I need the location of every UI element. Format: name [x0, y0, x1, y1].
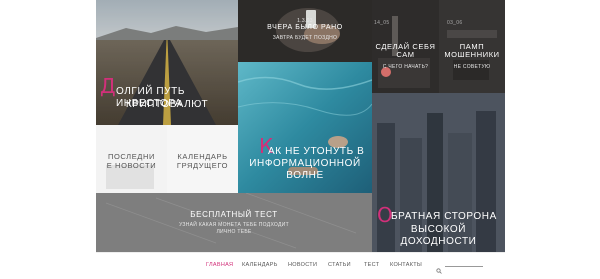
- wave-title-line3: волне: [286, 170, 324, 181]
- make-yourself-subtitle: С чего начать?: [382, 64, 429, 70]
- pump-scammers-subtitle: Не советую: [453, 64, 491, 70]
- free-test-title: Бесплатный тест: [190, 210, 278, 219]
- free-test-subtitle-line2: Личнo тебе: [216, 229, 252, 235]
- wave-title-line1: ак не утонуть в: [268, 146, 365, 157]
- calendar-label-line2: грядущего: [176, 161, 229, 170]
- nav-item-news[interactable]: Новости: [288, 262, 317, 268]
- high-yield-title-line2: высокой доходности: [400, 224, 477, 247]
- hand-phone-subtitle: Завтра будет поздно: [272, 35, 338, 41]
- tile-road-crypto[interactable]: Д олгий путь инвестора Криптовалют: [96, 0, 238, 125]
- make-yourself-title-line2: сам: [396, 50, 415, 59]
- tile-high-yield[interactable]: О братная сторона высокой доходности: [372, 93, 505, 252]
- high-yield-title-line1: братная сторона: [391, 211, 497, 222]
- wave-title-line2: информационной: [249, 158, 361, 169]
- tile-information-wave[interactable]: К ак не утонуть в информационной волне: [238, 62, 372, 193]
- bottom-navigation: Главная Календарь Новости Статьи Тест Ко…: [96, 252, 505, 277]
- tile-free-test[interactable]: Бесплатный тест Узнай какая монета тебе …: [96, 193, 372, 252]
- nav-item-home[interactable]: Главная: [206, 262, 233, 268]
- tile-latest-news[interactable]: Последни е новости: [96, 125, 167, 193]
- nav-item-articles[interactable]: Статьи: [328, 262, 351, 268]
- road-title-drop-cap: Д: [100, 74, 116, 98]
- pump-scammers-number: 03_06: [447, 20, 463, 26]
- nav-item-contacts[interactable]: Контакты: [390, 262, 422, 268]
- road-title-line2: Криптовалют: [125, 99, 209, 110]
- pump-scammers-title-line2: мошенники: [444, 50, 500, 59]
- tile-pump-scammers[interactable]: 03_06 Памп мошенники Не советую: [439, 0, 505, 93]
- tile-hand-phone[interactable]: 1.3.03 Вчера было рано Завтра будет позд…: [238, 0, 372, 62]
- tile-make-yourself[interactable]: 14_05 Сделай себя сам С чего начать?: [372, 0, 439, 93]
- news-label-line2: е новости: [106, 161, 157, 170]
- free-test-subtitle-line1: Узнай какая монета тебе подходит: [179, 222, 289, 228]
- search-icon[interactable]: [436, 261, 442, 279]
- hand-phone-title: Вчера было рано: [267, 24, 343, 31]
- search-input-line[interactable]: [445, 266, 483, 267]
- nav-item-calendar[interactable]: Календарь: [242, 262, 278, 268]
- make-yourself-number: 14_05: [374, 20, 390, 26]
- nav-item-test[interactable]: Тест: [364, 262, 379, 268]
- tile-calendar[interactable]: Календарь грядущего: [167, 125, 238, 193]
